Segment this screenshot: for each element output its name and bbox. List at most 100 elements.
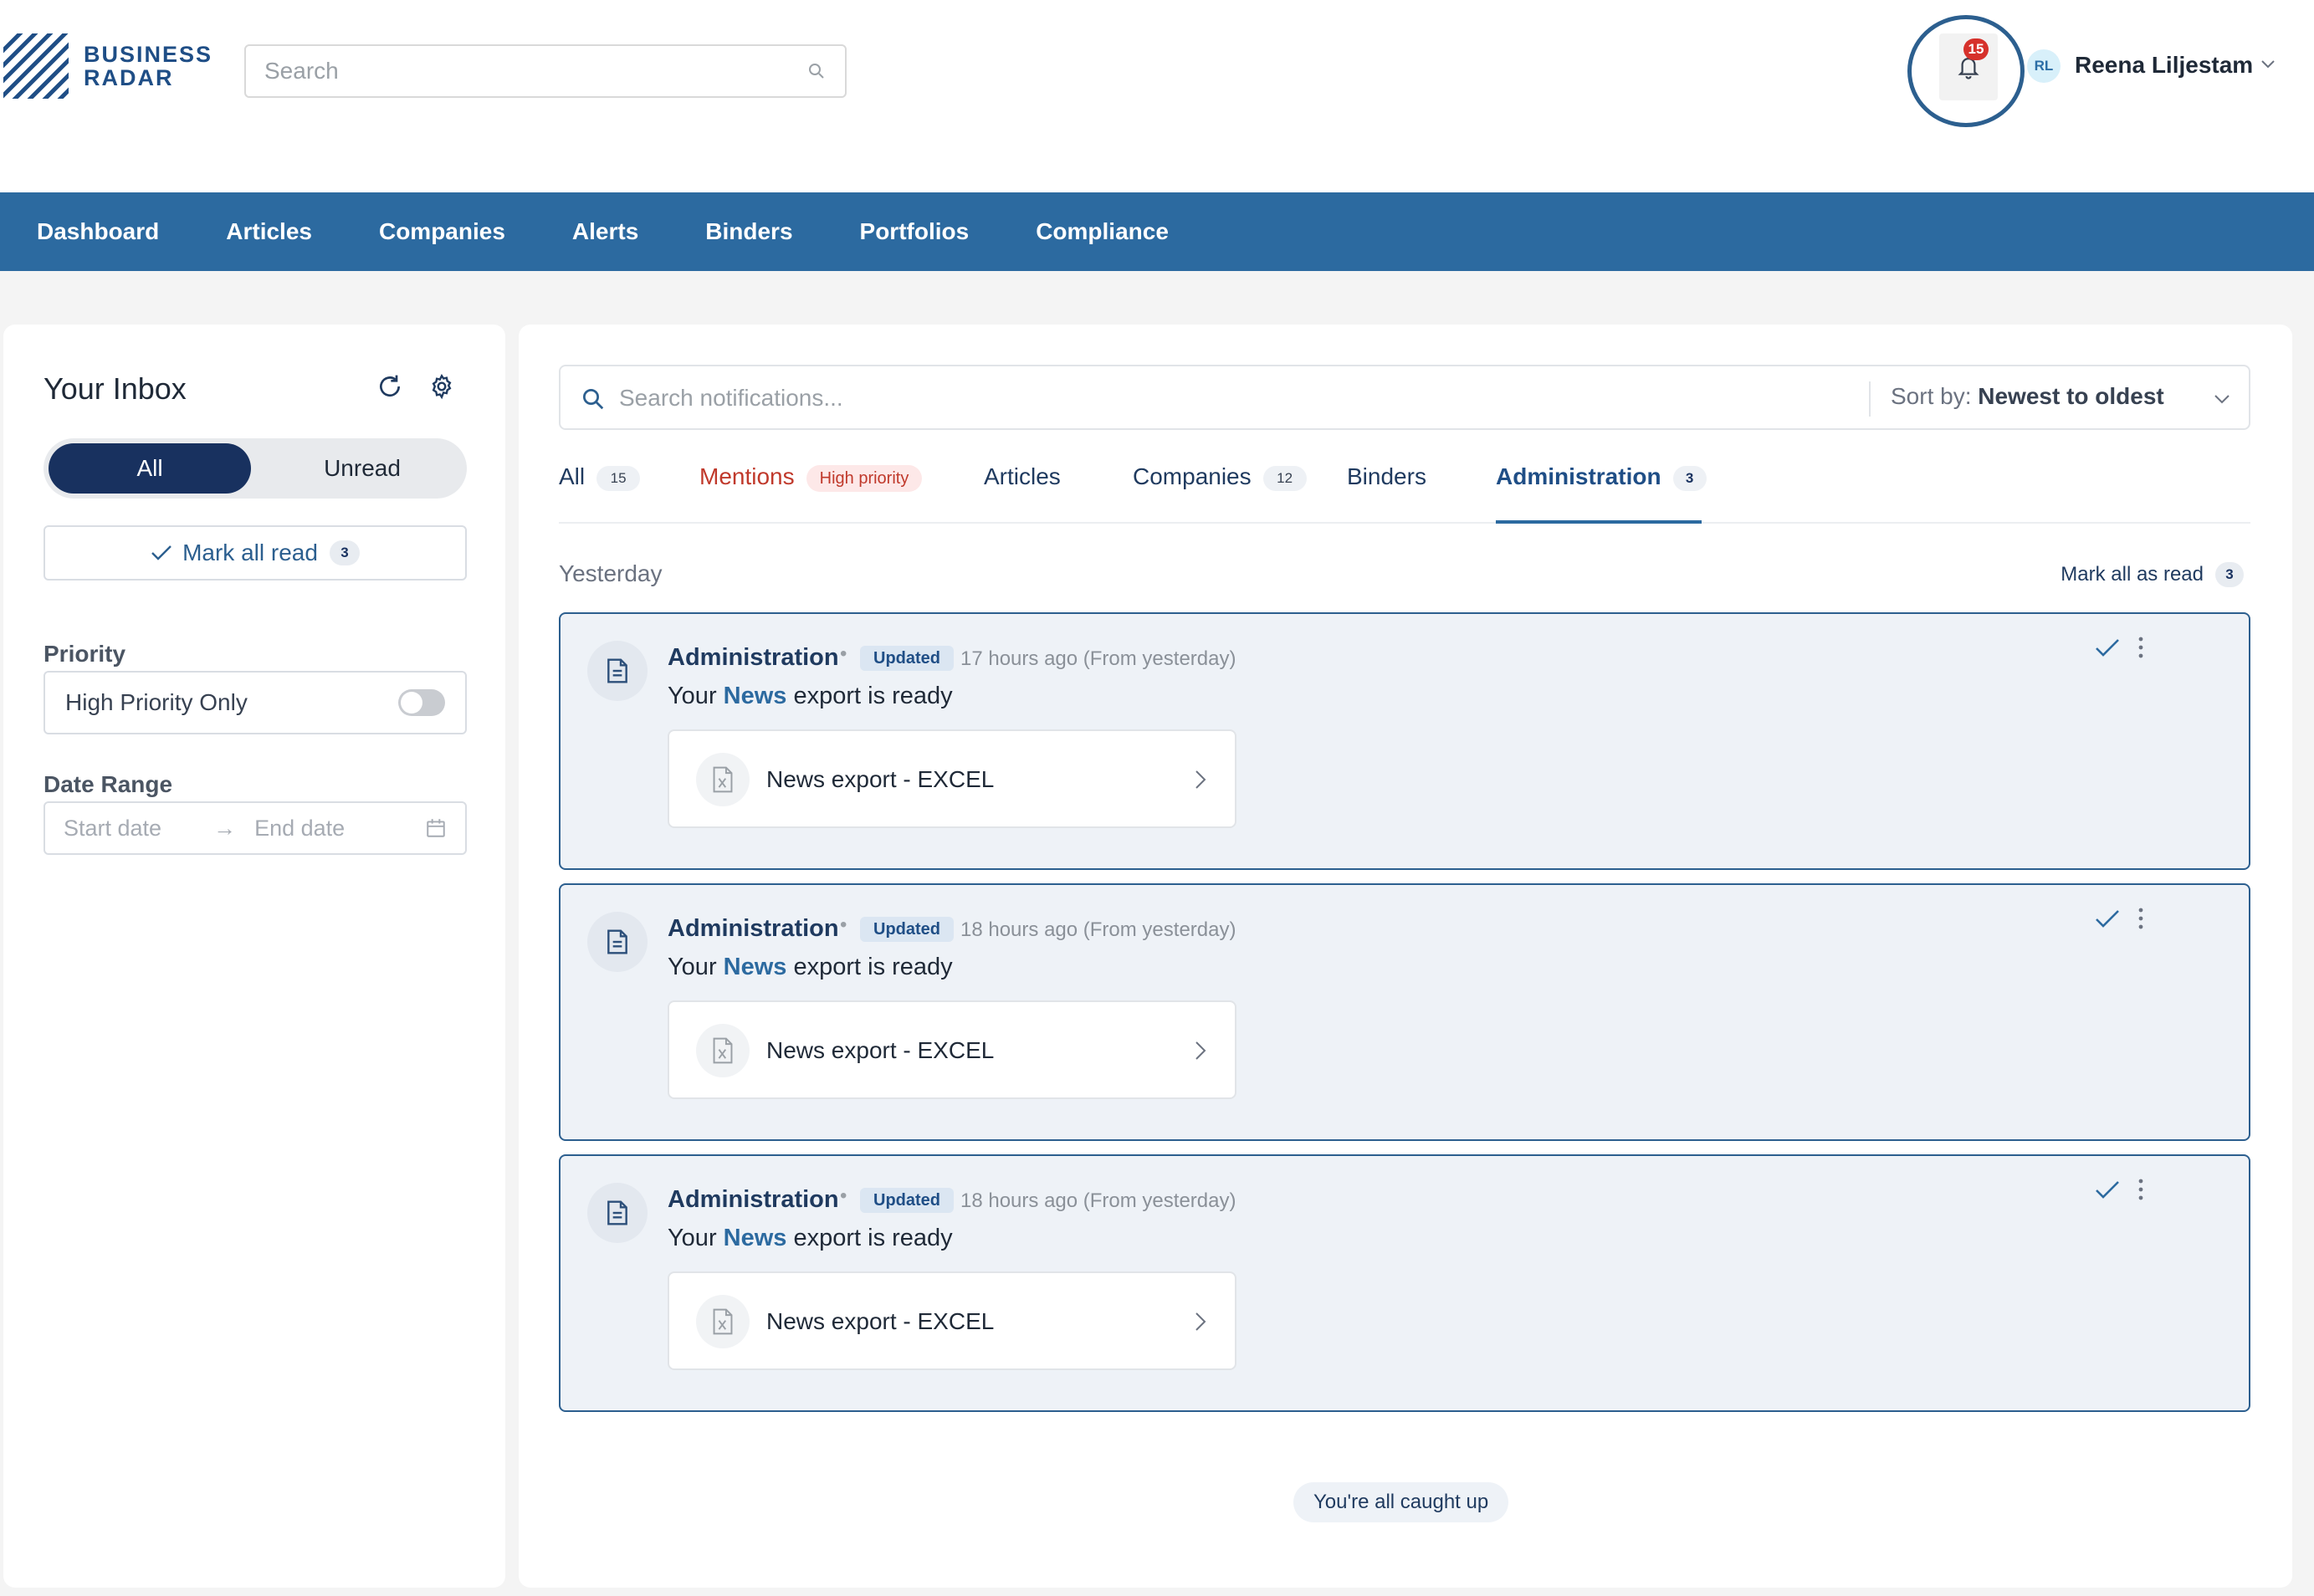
search-icon[interactable] <box>806 61 827 81</box>
high-priority-tag: High priority <box>806 465 923 492</box>
nav-item-compliance[interactable]: Compliance <box>1036 218 1169 245</box>
gear-icon[interactable] <box>428 373 455 400</box>
more-options-icon[interactable] <box>2137 1178 2145 1201</box>
mark-group-read-button[interactable]: Mark all as read 3 <box>2061 562 2244 587</box>
tab-administration-label: Administration <box>1496 463 1661 489</box>
separator-dot: • <box>840 1184 847 1207</box>
nav-item-articles[interactable]: Articles <box>226 218 312 245</box>
chevron-down-icon[interactable] <box>2260 59 2276 70</box>
notification-search-input[interactable] <box>619 381 1874 415</box>
tab-all-count: 15 <box>596 466 641 491</box>
tab-all-label: All <box>559 463 586 489</box>
end-date-field[interactable]: End date <box>254 816 345 841</box>
brand-name-line1: BUSINESS <box>84 42 213 67</box>
status-badge: Updated <box>860 917 954 942</box>
msg-highlight-link[interactable]: News <box>724 954 787 980</box>
sort-label: Sort by: <box>1891 383 1972 409</box>
priority-label: Priority <box>44 641 126 667</box>
mark-read-check-icon[interactable] <box>2095 637 2120 659</box>
card-category: Administration <box>668 644 839 671</box>
card-message: Your News export is ready <box>668 954 953 981</box>
chevron-down-icon[interactable] <box>2214 393 2230 405</box>
mark-all-read-button[interactable]: Mark all read 3 <box>44 525 467 581</box>
tab-articles-label: Articles <box>984 463 1061 489</box>
card-timestamp: 18 hours ago (From yesterday) <box>960 918 1236 941</box>
mark-read-check-icon[interactable] <box>2095 1179 2120 1201</box>
user-name[interactable]: Reena Liljestam <box>2075 52 2253 79</box>
tab-administration[interactable]: Administration 3 <box>1496 463 1707 524</box>
filter-unread-button[interactable]: Unread <box>263 443 462 494</box>
mark-group-read-count: 3 <box>2215 562 2244 587</box>
chevron-right-icon <box>1195 770 1206 789</box>
tab-mentions[interactable]: Mentions High priority <box>699 463 923 524</box>
msg-suffix: export is ready <box>786 954 953 980</box>
global-search-input[interactable] <box>264 58 806 84</box>
main-nav: Dashboard Articles Companies Alerts Bind… <box>0 192 2314 271</box>
tab-companies[interactable]: Companies 12 <box>1133 463 1307 524</box>
msg-prefix: Your <box>668 683 724 709</box>
sort-divider <box>1869 381 1871 417</box>
attachment-link[interactable]: News export - EXCEL <box>668 1271 1236 1370</box>
attachment-link[interactable]: News export - EXCEL <box>668 729 1236 828</box>
card-message: Your News export is ready <box>668 683 953 710</box>
nav-item-binders[interactable]: Binders <box>705 218 792 245</box>
document-icon <box>587 1183 648 1243</box>
attachment-label: News export - EXCEL <box>766 1308 995 1334</box>
card-timestamp: 18 hours ago (From yesterday) <box>960 1189 1236 1212</box>
chevron-right-icon <box>1195 1312 1206 1331</box>
nav-item-companies[interactable]: Companies <box>379 218 505 245</box>
msg-suffix: export is ready <box>786 683 953 709</box>
msg-highlight-link[interactable]: News <box>724 1225 787 1251</box>
tab-administration-count: 3 <box>1672 466 1707 491</box>
excel-file-icon <box>696 753 750 806</box>
avatar[interactable]: RL <box>2027 49 2061 83</box>
start-date-field[interactable]: Start date <box>64 816 161 841</box>
attachment-label: News export - EXCEL <box>766 766 995 792</box>
tab-articles[interactable]: Articles <box>984 463 1061 524</box>
mark-read-check-icon[interactable] <box>2095 908 2120 930</box>
notifications-panel: Sort by: Newest to oldest All 15 Mention… <box>519 325 2292 1588</box>
nav-item-dashboard[interactable]: Dashboard <box>37 218 159 245</box>
notification-card[interactable]: Administration • Updated 18 hours ago (F… <box>559 1154 2250 1412</box>
more-options-icon[interactable] <box>2137 907 2145 930</box>
nav-item-portfolios[interactable]: Portfolios <box>860 218 970 245</box>
sort-value: Newest to oldest <box>1978 383 2164 409</box>
chevron-right-icon <box>1195 1041 1206 1060</box>
status-badge: Updated <box>860 1188 954 1213</box>
document-icon <box>587 912 648 972</box>
brand-logo[interactable]: BUSINESS RADAR <box>3 33 212 99</box>
msg-suffix: export is ready <box>786 1225 953 1251</box>
tab-binders-label: Binders <box>1347 463 1426 489</box>
caught-up-message: You're all caught up <box>1293 1482 1509 1522</box>
refresh-icon[interactable] <box>376 373 403 400</box>
calendar-icon[interactable] <box>425 817 447 839</box>
more-options-icon[interactable] <box>2137 636 2145 659</box>
notification-card[interactable]: Administration • Updated 17 hours ago (F… <box>559 612 2250 870</box>
excel-file-icon <box>696 1024 750 1077</box>
notification-card[interactable]: Administration • Updated 18 hours ago (F… <box>559 883 2250 1141</box>
msg-highlight-link[interactable]: News <box>724 683 787 709</box>
msg-prefix: Your <box>668 1225 724 1251</box>
card-message: Your News export is ready <box>668 1225 953 1252</box>
sort-dropdown[interactable]: Sort by: Newest to oldest <box>1891 383 2164 410</box>
tab-all[interactable]: All 15 <box>559 463 641 524</box>
document-icon <box>587 641 648 701</box>
card-category: Administration <box>668 1186 839 1213</box>
date-range-picker[interactable]: Start date → End date <box>44 801 467 855</box>
brand-name-line2: RADAR <box>84 65 174 90</box>
attachment-label: News export - EXCEL <box>766 1037 995 1063</box>
mark-all-read-count: 3 <box>329 540 360 565</box>
brand-name: BUSINESS RADAR <box>84 43 212 90</box>
inbox-sidebar: Your Inbox All Unread Mark all read 3 Pr… <box>3 325 505 1588</box>
msg-prefix: Your <box>668 954 724 980</box>
excel-file-icon <box>696 1295 750 1348</box>
nav-item-alerts[interactable]: Alerts <box>572 218 638 245</box>
high-priority-switch[interactable] <box>398 689 445 716</box>
read-filter-toggle: All Unread <box>44 438 467 499</box>
filter-all-button[interactable]: All <box>49 443 251 494</box>
tab-binders[interactable]: Binders <box>1347 463 1426 524</box>
check-icon <box>151 545 172 560</box>
category-tabs: All 15 Mentions High priority Articles C… <box>559 463 2250 524</box>
tab-companies-label: Companies <box>1133 463 1252 489</box>
attachment-link[interactable]: News export - EXCEL <box>668 1000 1236 1099</box>
